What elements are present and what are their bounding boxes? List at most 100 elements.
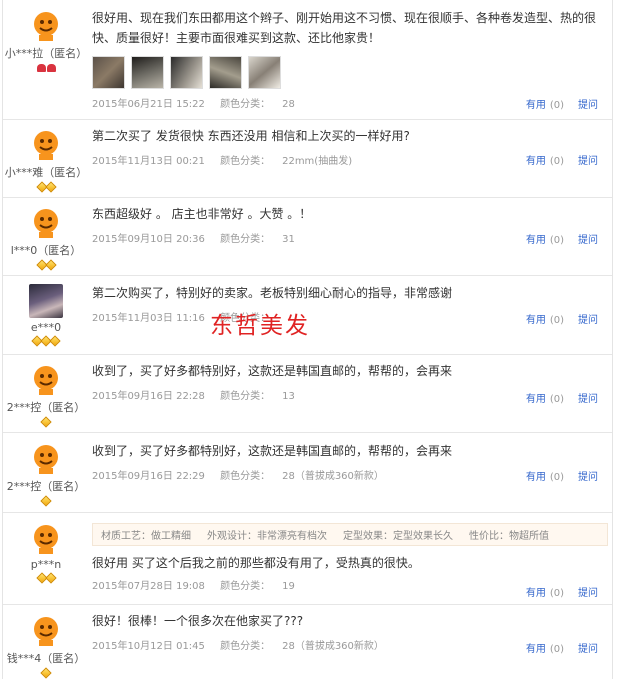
rank-diamond-icon <box>3 495 89 507</box>
useful-button[interactable]: 有用 <box>526 644 546 655</box>
review-text: 很好用、现在我们东田都用这个辫子、刚开始用这不习惯、现在很顺手、各种卷发造型、热… <box>92 11 597 45</box>
reviewer-name[interactable]: 小***难（匿名） <box>3 164 89 180</box>
review-item: 2***控（匿名） 收到了，买了好多都特别好，这款还是韩国直邮的，帮帮的，会再来… <box>3 355 612 433</box>
review-date: 2015年07月28日 19:08 <box>92 581 205 592</box>
avatar[interactable] <box>29 613 63 647</box>
rank-heart-icon <box>3 63 89 73</box>
reviewer-name[interactable]: p***n <box>3 558 89 571</box>
rank-diamond-icon <box>3 572 89 584</box>
default-avatar-icon <box>29 8 63 42</box>
review-date: 2015年09月16日 22:28 <box>92 391 205 402</box>
review-photo[interactable] <box>131 56 164 89</box>
review-text: 第二次买了 发货很快 东西还没用 相信和上次买的一样好用? <box>92 129 410 143</box>
useful-button[interactable]: 有用 <box>526 315 546 326</box>
default-avatar-icon <box>29 127 63 161</box>
impression-tag: 外观设计：非常漂亮有档次 <box>207 531 327 542</box>
default-avatar-icon <box>29 613 63 647</box>
reviewer-name[interactable]: l***0（匿名） <box>3 242 89 258</box>
review-photo[interactable] <box>92 56 125 89</box>
useful-button[interactable]: 有用 <box>526 472 546 483</box>
impression-tags: 材质工艺：做工精细 外观设计：非常漂亮有档次 定型效果：定型效果长久 性价比：物超所值 <box>92 523 608 546</box>
useful-button[interactable]: 有用 <box>526 156 546 167</box>
color-category-value: 22mm(抽曲发) <box>282 156 353 167</box>
reviewer-name[interactable]: 2***控（匿名） <box>3 399 89 415</box>
color-category-value: 28（普拔成360新款） <box>282 641 384 652</box>
rank-diamond-icon <box>3 667 89 679</box>
reviewer-name[interactable]: 小***拉（匿名） <box>3 45 89 61</box>
review-photo[interactable] <box>248 56 281 89</box>
useful-button[interactable]: 有用 <box>526 394 546 405</box>
color-category-label: 颜色分类： <box>220 99 271 110</box>
avatar[interactable] <box>29 8 63 42</box>
default-avatar-icon <box>29 441 63 475</box>
color-category-label: 颜色分类： <box>220 156 271 167</box>
review-date: 2015年09月10日 20:36 <box>92 234 205 245</box>
useful-count: (0) <box>549 315 564 326</box>
color-category-label: 颜色分类： <box>220 641 271 652</box>
review-photos <box>92 56 612 89</box>
avatar[interactable] <box>29 284 63 318</box>
reviewer: 小***拉（匿名） <box>3 8 89 73</box>
review-text: 很好！很棒！一个很多次在他家买了??? <box>92 614 304 628</box>
review-date: 2015年10月12日 01:45 <box>92 641 205 652</box>
avatar[interactable] <box>29 441 63 475</box>
shop-watermark: 东哲美发 <box>210 313 310 339</box>
ask-button[interactable]: 提问 <box>578 100 598 111</box>
color-category-value: 13 <box>282 391 295 402</box>
rank-diamond-icon <box>3 181 89 193</box>
ask-button[interactable]: 提问 <box>578 472 598 483</box>
useful-button[interactable]: 有用 <box>526 588 546 599</box>
rank-diamond-icon <box>3 335 89 347</box>
useful-button[interactable]: 有用 <box>526 100 546 111</box>
color-category-value: 31 <box>282 234 295 245</box>
color-category-label: 颜色分类： <box>220 581 271 592</box>
useful-count: (0) <box>549 588 564 599</box>
impression-tag: 材质工艺：做工精细 <box>101 531 191 542</box>
useful-count: (0) <box>549 235 564 246</box>
avatar[interactable] <box>29 205 63 239</box>
avatar[interactable] <box>29 127 63 161</box>
default-avatar-icon <box>29 521 63 555</box>
review-item: l***0（匿名） 东西超级好 。 店主也非常好 。大赞 。！ 2015年09月… <box>3 198 612 276</box>
avatar[interactable] <box>29 521 63 555</box>
review-text: 第二次购买了，特别好的卖家。老板特别细心耐心的指导，非常感谢 <box>92 286 453 300</box>
review-date: 2015年11月03日 11:16 <box>92 313 205 324</box>
impression-tag: 性价比：物超所值 <box>469 531 549 542</box>
ask-button[interactable]: 提问 <box>578 235 598 246</box>
ask-button[interactable]: 提问 <box>578 315 598 326</box>
ask-button[interactable]: 提问 <box>578 588 598 599</box>
color-category-label: 颜色分类： <box>220 391 271 402</box>
useful-count: (0) <box>549 394 564 405</box>
useful-count: (0) <box>549 472 564 483</box>
review-text: 很好用 买了这个后我之前的那些都没有用了，受热真的很快。 <box>92 556 420 570</box>
ask-button[interactable]: 提问 <box>578 156 598 167</box>
ask-button[interactable]: 提问 <box>578 394 598 405</box>
rank-diamond-icon <box>3 259 89 271</box>
color-category-value: 28（普拔成360新款） <box>282 471 384 482</box>
reviewer-name[interactable]: 钱***4（匿名） <box>3 650 89 666</box>
review-photo[interactable] <box>209 56 242 89</box>
impression-tag: 定型效果：定型效果长久 <box>343 531 453 542</box>
color-category-label: 颜色分类： <box>220 471 271 482</box>
review-text: 收到了，买了好多都特别好，这款还是韩国直邮的，帮帮的，会再来 <box>92 364 453 378</box>
reviewer-name[interactable]: e***0 <box>3 321 89 334</box>
rank-diamond-icon <box>3 416 89 428</box>
review-item: 小***难（匿名） 第二次买了 发货很快 东西还没用 相信和上次买的一样好用? … <box>3 120 612 198</box>
review-date: 2015年09月16日 22:29 <box>92 471 205 482</box>
review-text: 收到了，买了好多都特别好，这款还是韩国直邮的，帮帮的，会再来 <box>92 444 453 458</box>
avatar[interactable] <box>29 362 63 396</box>
review-photo[interactable] <box>170 56 203 89</box>
useful-count: (0) <box>549 100 564 111</box>
color-category-value: 28 <box>282 99 295 110</box>
review-date: 2015年06月21日 15:22 <box>92 99 205 110</box>
useful-count: (0) <box>549 644 564 655</box>
reviewer-name[interactable]: 2***控（匿名） <box>3 478 89 494</box>
color-category-label: 颜色分类： <box>220 234 271 245</box>
useful-button[interactable]: 有用 <box>526 235 546 246</box>
review-item: p***n 材质工艺：做工精细 外观设计：非常漂亮有档次 定型效果：定型效果长久 性价… <box>3 513 612 605</box>
review-item: 钱***4（匿名） 很好！很棒！一个很多次在他家买了??? 2015年10月12… <box>3 605 612 679</box>
review-item: 2***控（匿名） 收到了，买了好多都特别好，这款还是韩国直邮的，帮帮的，会再来… <box>3 433 612 513</box>
ask-button[interactable]: 提问 <box>578 644 598 655</box>
review-text: 东西超级好 。 店主也非常好 。大赞 。！ <box>92 207 312 221</box>
review-item: 小***拉（匿名） 很好用、现在我们东田都用这个辫子、刚开始用这不习惯、现在很顺… <box>3 0 612 120</box>
